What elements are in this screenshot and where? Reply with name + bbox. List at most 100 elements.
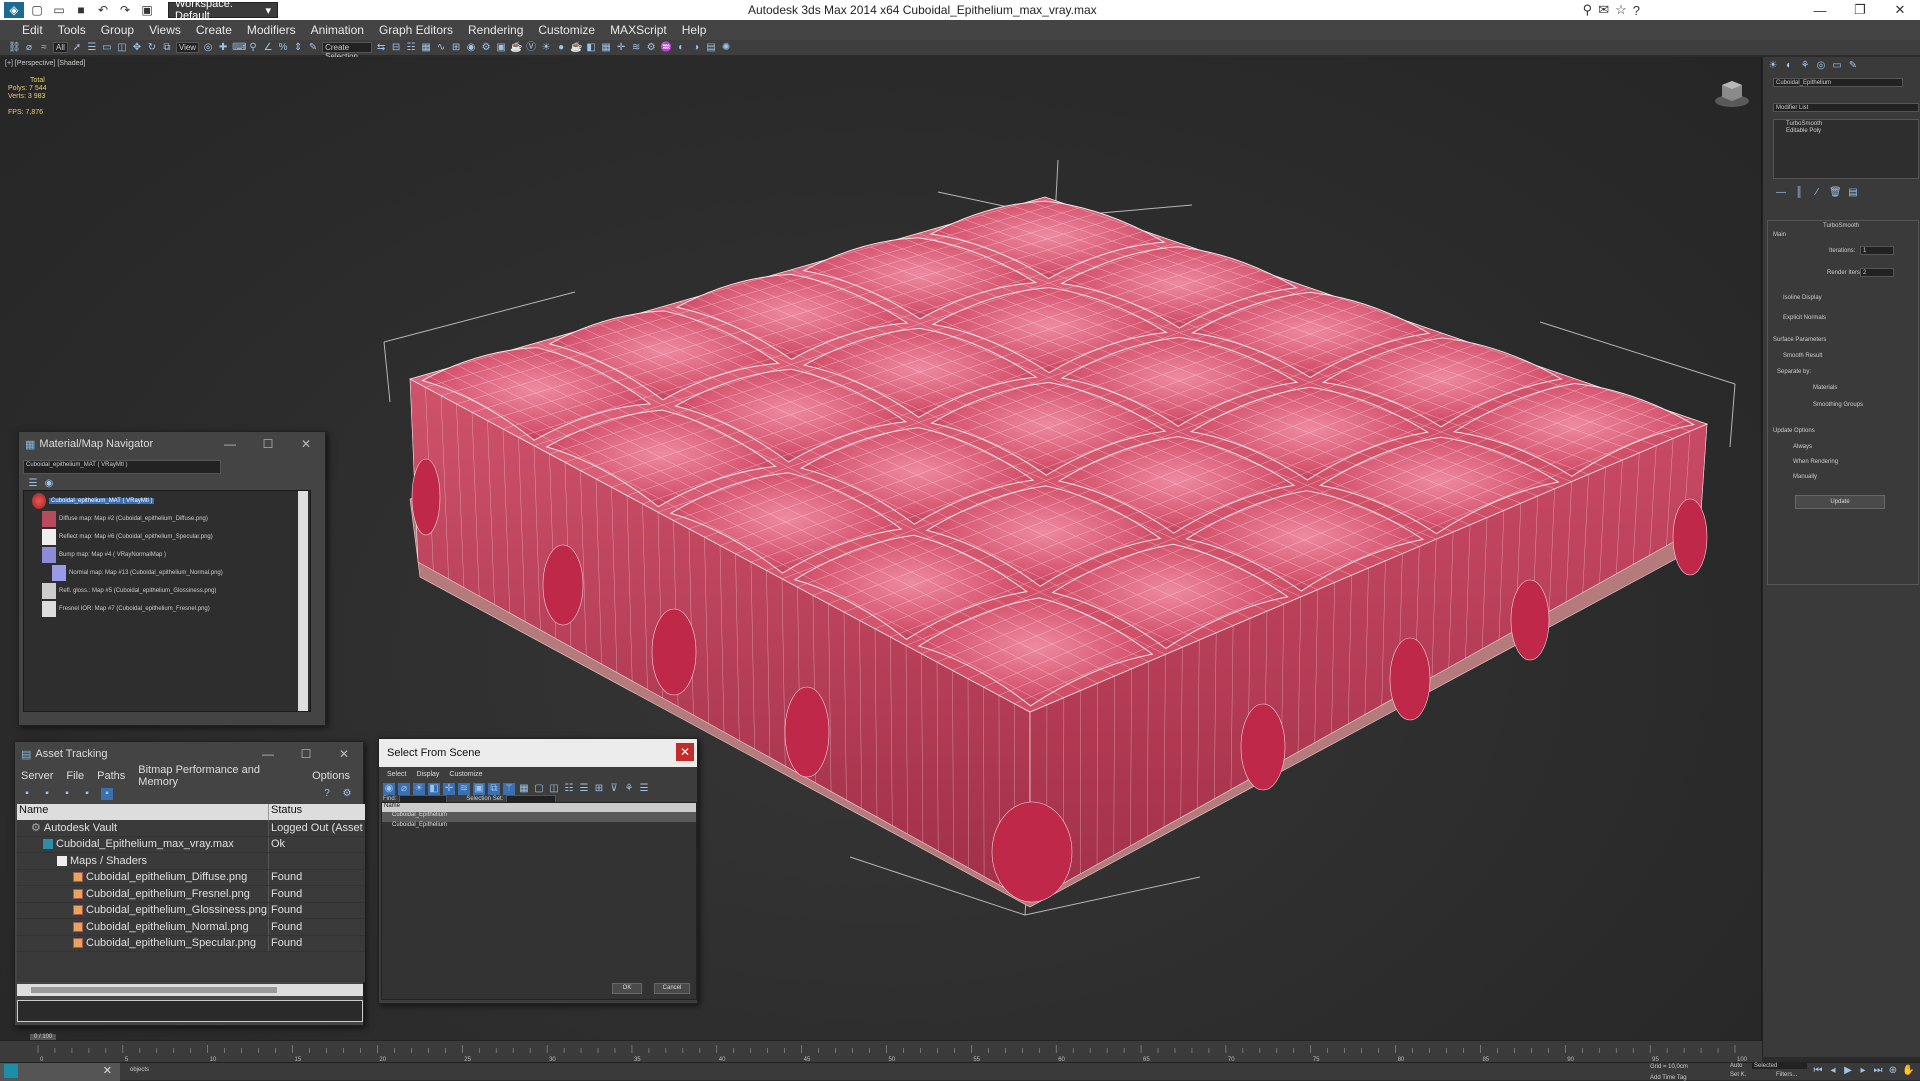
menu-animation[interactable]: Animation bbox=[311, 23, 364, 37]
undo-icon[interactable]: ↶ bbox=[94, 2, 112, 18]
menu-options[interactable]: Options bbox=[312, 770, 350, 782]
ok-button[interactable]: OK bbox=[612, 983, 642, 994]
close-button[interactable]: ✕ bbox=[287, 437, 325, 451]
show-end-result-icon[interactable]: ║ bbox=[1793, 187, 1805, 199]
render-iters-spinner[interactable]: 2 bbox=[1860, 268, 1894, 277]
window-crossing-icon[interactable]: ◫ bbox=[116, 42, 128, 54]
vray-frame-buffer-icon[interactable]: ▤ bbox=[705, 42, 717, 54]
always-radio[interactable]: Always bbox=[1793, 444, 1812, 450]
save-icon[interactable]: ■ bbox=[72, 2, 90, 18]
select-none-icon[interactable]: ▢ bbox=[533, 783, 545, 795]
list-icon[interactable]: ▪ bbox=[41, 788, 53, 800]
move-icon[interactable]: ✥ bbox=[131, 42, 143, 54]
remove-modifier-icon[interactable]: 🗑 bbox=[1829, 187, 1841, 199]
mirror-icon[interactable]: ⇆ bbox=[375, 42, 387, 54]
edit-named-selection-icon[interactable]: ✎ bbox=[307, 42, 319, 54]
spacewarp-icon[interactable]: ≋ bbox=[630, 42, 642, 54]
menu-views[interactable]: Views bbox=[149, 23, 181, 37]
table-row[interactable]: ⚙Autodesk Vault Logged Out (Asset Tr bbox=[17, 820, 365, 837]
redo-icon[interactable]: ↷ bbox=[116, 2, 134, 18]
minimize-button[interactable]: — bbox=[1800, 0, 1840, 20]
material-editor-icon[interactable]: ◉ bbox=[465, 42, 477, 54]
menu-paths[interactable]: Paths bbox=[97, 770, 125, 782]
menu-group[interactable]: Group bbox=[101, 23, 134, 37]
manually-radio[interactable]: Manually bbox=[1793, 474, 1817, 480]
filter-bones-icon[interactable]: ⚚ bbox=[503, 783, 515, 795]
configure-sets-icon[interactable]: ▤ bbox=[1847, 187, 1859, 199]
menu-create[interactable]: Create bbox=[196, 23, 232, 37]
menu-tools[interactable]: Tools bbox=[58, 23, 86, 37]
link-icon[interactable]: ⛓ bbox=[8, 42, 20, 54]
tree-row-bump[interactable]: Bump map: Map #4 ( VRayNormalMap ) bbox=[42, 547, 166, 563]
refresh-icon[interactable]: ▪ bbox=[21, 788, 33, 800]
menu-server[interactable]: Server bbox=[21, 770, 53, 782]
modifier-list-dropdown[interactable]: Modifier List bbox=[1773, 103, 1919, 112]
rect-selection-icon[interactable]: ▭ bbox=[101, 42, 113, 54]
percent-snap-icon[interactable]: % bbox=[277, 42, 289, 54]
isoline-checkbox[interactable]: Isoline Display bbox=[1783, 295, 1822, 301]
smoothing-groups-checkbox[interactable]: Smoothing Groups bbox=[1813, 402, 1863, 408]
filter-xrefs-icon[interactable]: ⧉ bbox=[488, 783, 500, 795]
unlink-icon[interactable]: ⌀ bbox=[23, 42, 35, 54]
menu-graph-editors[interactable]: Graph Editors bbox=[379, 23, 453, 37]
list-item[interactable]: Cuboidal_Epithelium bbox=[382, 812, 696, 822]
goto-start-icon[interactable]: ⏮ bbox=[1812, 1065, 1824, 1077]
physics-icon[interactable]: ◑ bbox=[690, 42, 702, 54]
window-titlebar[interactable]: ▦ Material/Map Navigator — ☐ ✕ bbox=[19, 432, 325, 456]
pivot-icon[interactable]: ◎ bbox=[202, 42, 214, 54]
layer-manager-icon[interactable]: ☷ bbox=[405, 42, 417, 54]
maxscript-listener[interactable]: ✕ bbox=[0, 1063, 120, 1081]
display-influences-icon[interactable]: ☰ bbox=[578, 783, 590, 795]
menu-select[interactable]: Select bbox=[387, 771, 406, 783]
render-setup-icon[interactable]: ⚙ bbox=[480, 42, 492, 54]
select-manipulate-icon[interactable]: ✚ bbox=[217, 42, 229, 54]
create-tab-icon[interactable]: ☀ bbox=[1767, 60, 1779, 72]
close-button[interactable]: ✕ bbox=[676, 743, 694, 761]
table-row[interactable]: Cuboidal_epithelium_Normal.png Found bbox=[17, 919, 365, 936]
next-frame-icon[interactable]: ▸ bbox=[1857, 1065, 1869, 1077]
rollout-title[interactable]: TurboSmooth bbox=[1823, 223, 1859, 229]
align-icon[interactable]: ⊟ bbox=[390, 42, 402, 54]
path-input[interactable] bbox=[17, 1000, 363, 1022]
hair-icon[interactable]: ♒ bbox=[660, 42, 672, 54]
cancel-button[interactable]: Cancel bbox=[654, 983, 690, 994]
list-item[interactable]: Cuboidal_Epithelium bbox=[382, 822, 696, 832]
update-button[interactable]: Update bbox=[1795, 495, 1885, 509]
table-row[interactable]: Cuboidal_epithelium_Diffuse.png Found bbox=[17, 870, 365, 887]
key-filter-dropdown[interactable]: Selected bbox=[1752, 1063, 1807, 1069]
reference-coord-dropdown[interactable]: View bbox=[176, 42, 199, 53]
favorites-icon[interactable]: ☆ bbox=[1615, 2, 1627, 18]
table-row[interactable]: Cuboidal_Epithelium_max_vray.max Ok bbox=[17, 837, 365, 854]
maximize-button[interactable]: ☐ bbox=[249, 437, 287, 451]
explicit-normals-checkbox[interactable]: Explicit Normals bbox=[1783, 315, 1826, 321]
angle-snap-icon[interactable]: ∠ bbox=[262, 42, 274, 54]
settings-icon[interactable]: ⚙ bbox=[341, 788, 353, 800]
minimize-button[interactable]: — bbox=[249, 747, 287, 761]
menu-customize[interactable]: Customize bbox=[449, 771, 482, 783]
time-slider[interactable]: 0 / 100 bbox=[30, 1034, 56, 1040]
maximize-button[interactable]: ❐ bbox=[1840, 0, 1880, 20]
filter-icon[interactable]: ⊽ bbox=[608, 783, 620, 795]
workspace-dropdown[interactable]: Workspace: Default ▾ bbox=[168, 2, 278, 18]
iterations-spinner[interactable]: 1 bbox=[1860, 246, 1894, 255]
communication-icon[interactable]: ✉ bbox=[1598, 2, 1609, 18]
display-dependents-icon[interactable]: ⊞ bbox=[593, 783, 605, 795]
scrollbar-thumb[interactable] bbox=[31, 987, 277, 993]
menu-customize[interactable]: Customize bbox=[538, 23, 595, 37]
modify-tab-icon[interactable]: ◐ bbox=[1783, 60, 1795, 72]
minimize-button[interactable]: — bbox=[211, 437, 249, 451]
close-button[interactable]: ✕ bbox=[325, 747, 363, 761]
filter-shapes-icon[interactable]: ⌀ bbox=[398, 783, 410, 795]
help-icon[interactable]: ? bbox=[1633, 3, 1640, 18]
helper-icon[interactable]: ✛ bbox=[615, 42, 627, 54]
menu-help[interactable]: Help bbox=[682, 23, 707, 37]
vray-toolbar-icon[interactable]: Ⓥ bbox=[525, 42, 537, 54]
hierarchy-tab-icon[interactable]: ⚘ bbox=[1799, 60, 1811, 72]
app-menu-icon[interactable]: ◈ bbox=[4, 2, 24, 18]
bind-space-warp-icon[interactable]: ≈ bbox=[38, 42, 50, 54]
table-row[interactable]: Cuboidal_epithelium_Glossiness.png Found bbox=[17, 903, 365, 920]
select-all-icon[interactable]: ▦ bbox=[518, 783, 530, 795]
window-titlebar[interactable]: Select From Scene bbox=[379, 739, 697, 767]
material-name-field[interactable]: Cuboidal_epithelium_MAT ( VRayMtl ) bbox=[23, 460, 221, 474]
layer-icon[interactable]: ☰ bbox=[638, 783, 650, 795]
